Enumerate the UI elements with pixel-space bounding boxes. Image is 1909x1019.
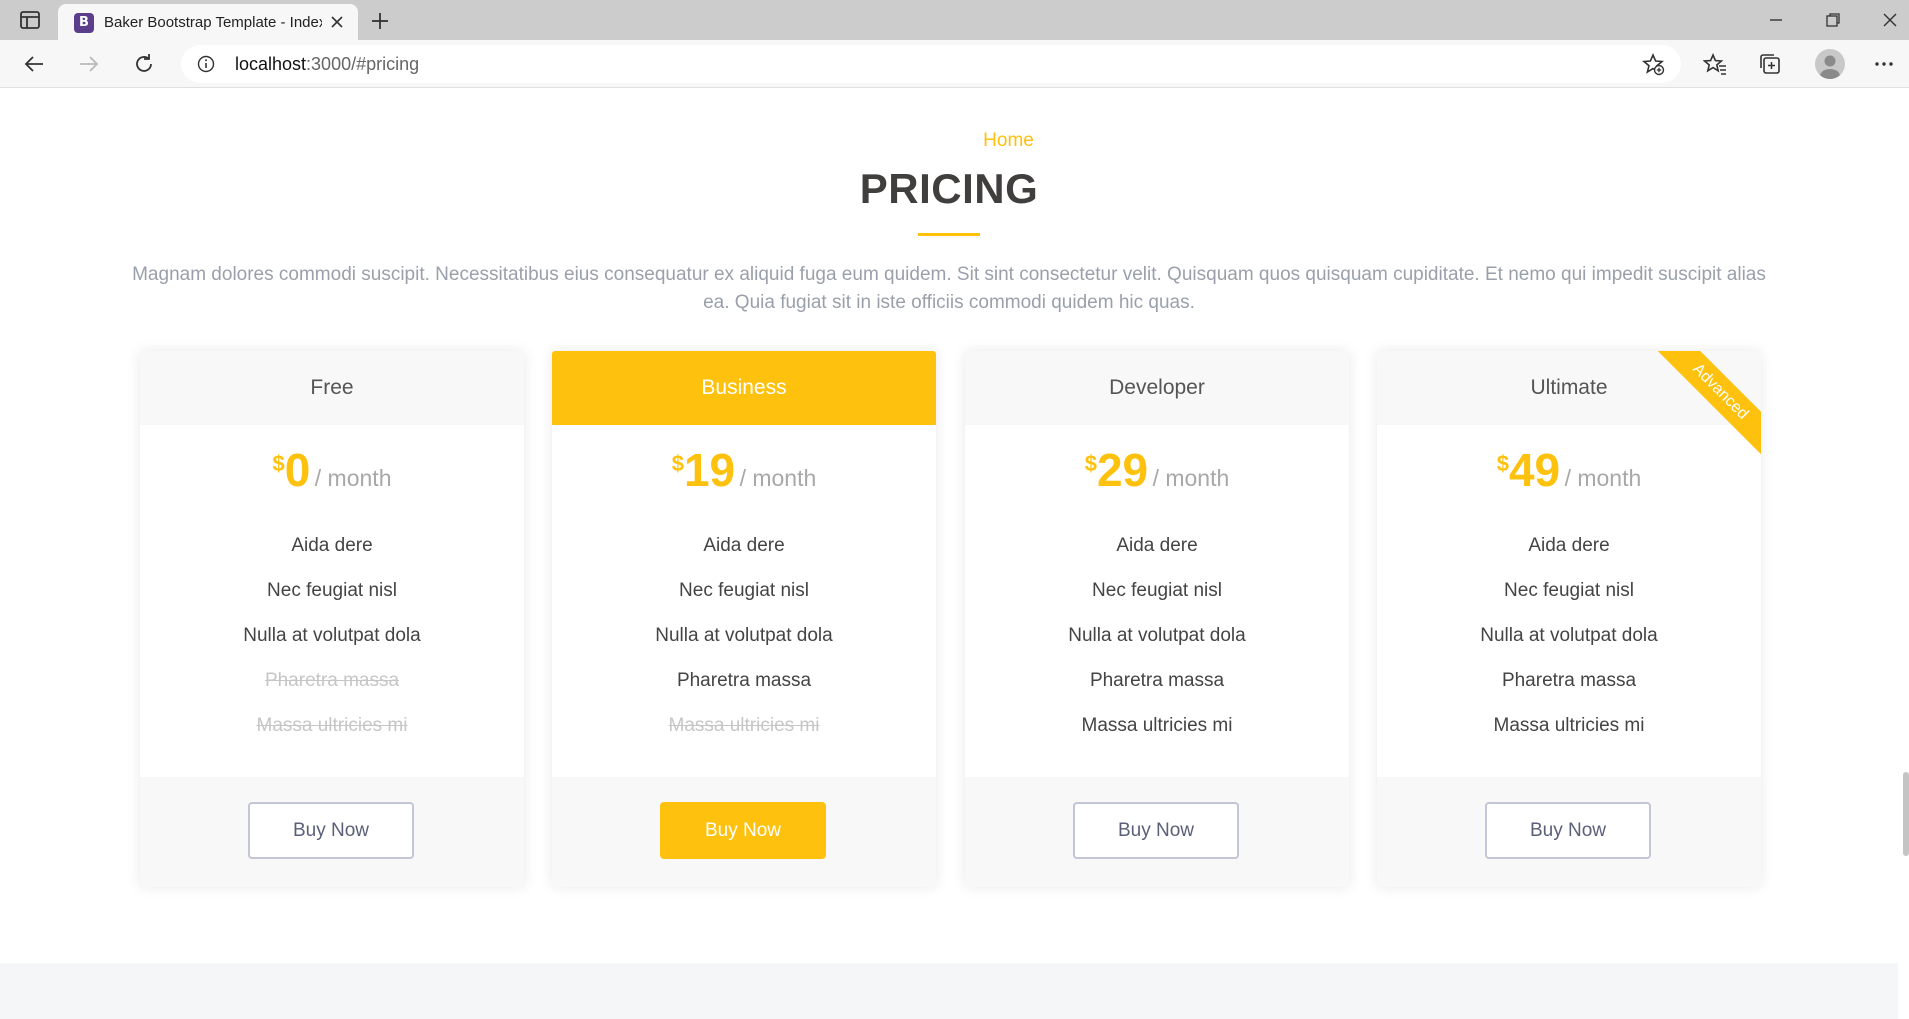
next-section-background xyxy=(0,963,1898,1019)
feature-item-unavailable: Pharetra massa xyxy=(264,670,400,691)
feature-list: Aida dere Nec feugiat nisl Nulla at volu… xyxy=(1377,523,1761,748)
feature-item: Nulla at volutpat dola xyxy=(1068,625,1246,646)
plan-name: Developer xyxy=(965,351,1349,425)
section-description: Magnam dolores commodi suscipit. Necessi… xyxy=(132,264,1766,313)
feature-item: Nec feugiat nisl xyxy=(1092,580,1222,601)
feature-item-unavailable: Massa ultricies mi xyxy=(256,715,408,736)
feature-item: Aida dere xyxy=(703,535,785,556)
close-tab-icon[interactable] xyxy=(330,15,344,29)
feature-item: Massa ultricies mi xyxy=(1081,715,1233,736)
page-viewport: Home PRICING Magnam dolores commodi susc… xyxy=(0,89,1909,1019)
currency-symbol: $ xyxy=(671,451,684,476)
buy-now-button-ultimate[interactable]: Buy Now xyxy=(1485,802,1651,859)
plan-name: Business xyxy=(552,351,936,425)
plan-price: $0 / month xyxy=(140,425,524,523)
restore-window-icon[interactable] xyxy=(1823,10,1843,30)
buy-now-button-developer[interactable]: Buy Now xyxy=(1073,802,1239,859)
currency-symbol: $ xyxy=(272,451,285,476)
card-footer: Buy Now xyxy=(1377,777,1761,887)
tab-actions-icon[interactable] xyxy=(18,9,42,31)
plan-price: $19 / month xyxy=(552,425,936,523)
feature-item: Nulla at volutpat dola xyxy=(655,625,833,646)
currency-symbol: $ xyxy=(1496,451,1509,476)
plan-name: Free xyxy=(140,351,524,425)
feature-item: Nec feugiat nisl xyxy=(267,580,397,601)
feature-item: Aida dere xyxy=(1528,535,1610,556)
feature-item: Aida dere xyxy=(1116,535,1198,556)
price-period: / month xyxy=(1564,465,1642,491)
price-period: / month xyxy=(739,465,817,491)
price-amount: 29 xyxy=(1096,444,1149,496)
feature-item: Massa ultricies mi xyxy=(1493,715,1645,736)
feature-item: Nulla at volutpat dola xyxy=(1480,625,1658,646)
feature-item: Nulla at volutpat dola xyxy=(243,625,421,646)
price-period: / month xyxy=(314,465,392,491)
browser-tab-active[interactable]: B Baker Bootstrap Template - Index xyxy=(58,4,358,40)
site-info-icon[interactable] xyxy=(197,55,215,73)
browser-toolbar: localhost:3000/#pricing xyxy=(0,40,1909,88)
feature-item: Pharetra massa xyxy=(1501,670,1637,691)
feature-item: Aida dere xyxy=(291,535,373,556)
feature-list: Aida dere Nec feugiat nisl Nulla at volu… xyxy=(965,523,1349,748)
collections-icon[interactable] xyxy=(1758,52,1782,76)
back-arrow-icon[interactable] xyxy=(22,52,46,76)
breadcrumb-home[interactable]: Home xyxy=(0,130,1909,152)
pricing-card-developer: Developer $29 / month Aida dere Nec feug… xyxy=(965,351,1349,887)
pricing-card-free: Free $0 / month Aida dere Nec feugiat ni… xyxy=(140,351,524,887)
add-favorite-star-icon[interactable] xyxy=(1641,52,1665,76)
forward-arrow-icon[interactable] xyxy=(77,52,101,76)
pricing-card-ultimate: Ultimate Advanced $49 / month Aida dere … xyxy=(1377,351,1761,887)
pricing-card-business: Business $19 / month Aida dere Nec feugi… xyxy=(552,351,936,887)
card-footer: Buy Now xyxy=(965,777,1349,887)
title-underline xyxy=(918,233,980,236)
price-period: / month xyxy=(1152,465,1230,491)
price-amount: 19 xyxy=(683,444,736,496)
card-footer: Buy Now xyxy=(140,777,524,887)
feature-list: Aida dere Nec feugiat nisl Nulla at volu… xyxy=(140,523,524,748)
url-host: localhost xyxy=(235,54,307,74)
feature-item: Pharetra massa xyxy=(676,670,812,691)
browser-tab-bar: B Baker Bootstrap Template - Index xyxy=(0,0,1909,40)
currency-symbol: $ xyxy=(1084,451,1097,476)
price-amount: 0 xyxy=(284,444,311,496)
card-footer: Buy Now xyxy=(552,777,936,887)
feature-item-unavailable: Massa ultricies mi xyxy=(668,715,820,736)
feature-item: Nec feugiat nisl xyxy=(679,580,809,601)
section-title: PRICING xyxy=(859,165,1039,212)
page-scrollbar[interactable] xyxy=(1903,772,1909,856)
plan-price: $29 / month xyxy=(965,425,1349,523)
favorites-list-icon[interactable] xyxy=(1703,52,1727,76)
profile-avatar-icon[interactable] xyxy=(1815,49,1845,79)
url-text[interactable]: localhost:3000/#pricing xyxy=(235,54,419,75)
close-window-icon[interactable] xyxy=(1880,10,1900,30)
buy-now-button-business[interactable]: Buy Now xyxy=(660,802,826,859)
bootstrap-favicon-icon: B xyxy=(74,13,94,33)
plan-price: $49 / month xyxy=(1377,425,1761,523)
more-options-icon[interactable] xyxy=(1872,52,1896,76)
feature-item: Pharetra massa xyxy=(1089,670,1225,691)
url-path: :3000/#pricing xyxy=(306,54,420,74)
feature-item: Nec feugiat nisl xyxy=(1504,580,1634,601)
buy-now-button-free[interactable]: Buy Now xyxy=(248,802,414,859)
address-bar[interactable]: localhost:3000/#pricing xyxy=(181,45,1681,83)
reload-icon[interactable] xyxy=(132,52,156,76)
new-tab-plus-icon[interactable] xyxy=(368,9,392,33)
minimize-window-icon[interactable] xyxy=(1766,10,1786,30)
feature-list: Aida dere Nec feugiat nisl Nulla at volu… xyxy=(552,523,936,748)
price-amount: 49 xyxy=(1508,444,1561,496)
tab-title: Baker Bootstrap Template - Index xyxy=(104,14,322,31)
